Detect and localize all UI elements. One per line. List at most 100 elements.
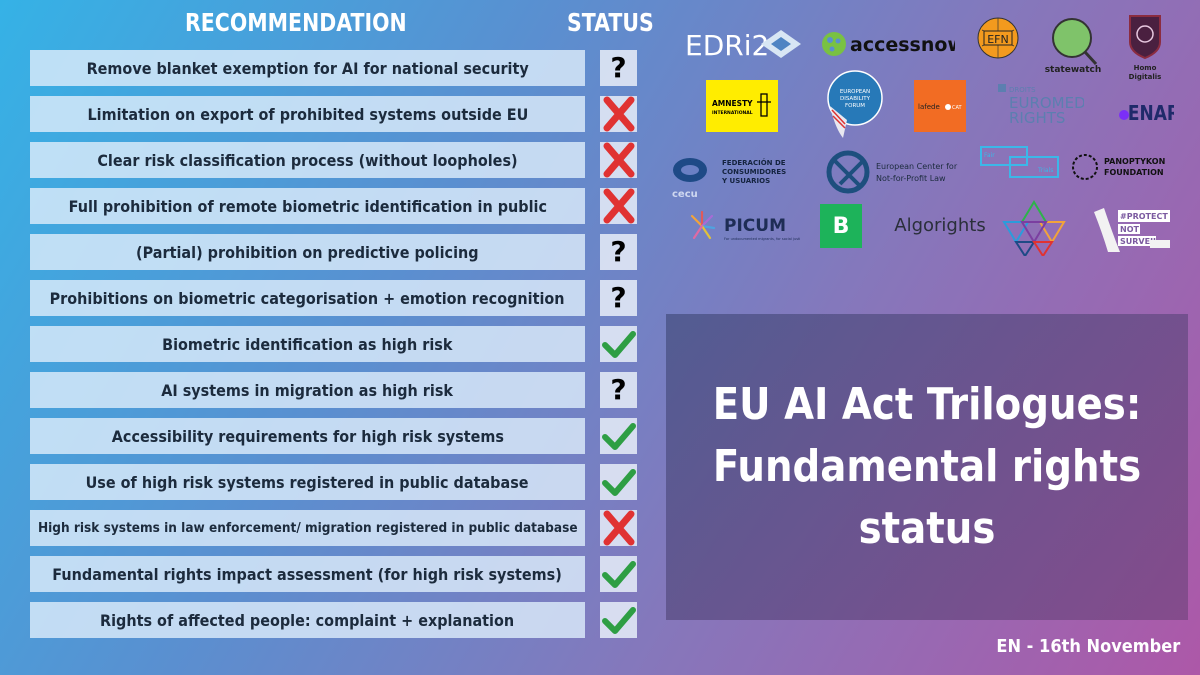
svg-text:CONSUMIDORES: CONSUMIDORES: [722, 168, 786, 176]
picum-logo-text: PICUM: [724, 216, 786, 236]
recommendation-label: Fundamental rights impact assessment (fo…: [30, 556, 585, 592]
cecu-logo-icon: cecu FEDERACIÓN DE CONSUMIDORES Y USUARI…: [668, 150, 813, 200]
statewatch-logo-icon: statewatch: [1040, 16, 1110, 78]
svg-text:Digitalis: Digitalis: [1129, 73, 1162, 81]
amnesty-logo-icon: AMNESTY INTERNATIONAL: [706, 80, 778, 132]
question-icon: ?: [610, 373, 627, 406]
enar-logo-icon: ENAR: [1116, 90, 1174, 124]
svg-text:FORUM: FORUM: [845, 103, 865, 109]
question-icon: ?: [610, 51, 627, 84]
status-badge: [600, 602, 637, 638]
check-icon: [601, 559, 636, 589]
recommendation-label: Use of high risk systems registered in p…: [30, 464, 585, 500]
footer-date: EN - 16th November: [996, 636, 1180, 657]
status-badge: ?: [600, 280, 637, 316]
svg-text:PANOPTYKON: PANOPTYKON: [1104, 157, 1165, 166]
svg-text:EUROPEAN: EUROPEAN: [840, 89, 870, 95]
homo-digitalis-logo-icon: Homo Digitalis: [1120, 12, 1170, 84]
edri-logo-icon: EDRi2: [685, 24, 813, 64]
status-badge: ?: [600, 50, 637, 86]
recommendation-text: (Partial) prohibition on predictive poli…: [136, 242, 479, 262]
svg-text:Trials: Trials: [1037, 167, 1053, 174]
check-icon: [601, 329, 636, 359]
check-icon: [601, 605, 636, 635]
status-badge: ?: [600, 372, 637, 408]
status-badge: [600, 326, 637, 362]
picum-logo-icon: PICUM For undocumented migrants, for soc…: [688, 206, 800, 246]
recommendation-text: AI systems in migration as high risk: [161, 380, 454, 400]
recommendation-label: Biometric identification as high risk: [30, 326, 585, 362]
status-badge: [600, 142, 637, 178]
efn-logo-icon: EFN: [976, 16, 1020, 60]
accessnow-logo-text: accessnow: [850, 34, 955, 56]
recommendation-label: Limitation on export of prohibited syste…: [30, 96, 585, 132]
lafede-logo-icon: lafede CAT: [914, 80, 966, 132]
svg-text:RIGHTS: RIGHTS: [1009, 109, 1065, 126]
recommendation-text: Clear risk classification process (witho…: [97, 150, 518, 170]
edf-logo-icon: EUROPEAN DISABILITY FORUM: [825, 68, 885, 140]
svg-text:European Center for: European Center for: [876, 162, 958, 171]
edri-logo-text: EDRi2: [685, 29, 769, 62]
cross-icon: [602, 188, 636, 224]
svg-text:CAT: CAT: [952, 105, 963, 111]
panoptykon-logo-icon: PANOPTYKON FOUNDATION: [1068, 150, 1180, 184]
recommendation-text: Prohibitions on biometric categorisation…: [50, 288, 565, 308]
efn-logo-text: EFN: [987, 33, 1009, 46]
svg-text:NOT: NOT: [1120, 225, 1139, 234]
svg-text:#PROTECT: #PROTECT: [1120, 212, 1168, 221]
cross-icon: [602, 142, 636, 178]
svg-text:Homo: Homo: [1134, 64, 1157, 72]
recommendation-label: Accessibility requirements for high risk…: [30, 418, 585, 454]
fair-trials-logo-icon: Fair Trials: [980, 146, 1060, 180]
status-badge: [600, 464, 637, 500]
status-badge: [600, 96, 637, 132]
status-badge: [600, 556, 637, 592]
triangles-logo-icon: [1002, 200, 1066, 256]
svg-text:FEDERACIÓN DE: FEDERACIÓN DE: [722, 158, 786, 167]
bits-of-freedom-logo-icon: B: [820, 204, 862, 248]
recommendation-label: Prohibitions on biometric categorisation…: [30, 280, 585, 316]
recommendation-label: High risk systems in law enforcement/ mi…: [30, 510, 585, 546]
page-title: EU AI Act Trilogues: Fundamental rights …: [712, 379, 1142, 554]
recommendation-text: Biometric identification as high risk: [162, 334, 453, 354]
euromed-logo-icon: DROITS EUROMED RIGHTS: [998, 84, 1084, 126]
recommendation-text: Full prohibition of remote biometric ide…: [68, 196, 547, 216]
recommendation-text: Accessibility requirements for high risk…: [111, 426, 504, 446]
svg-text:For undocumented migrants, for: For undocumented migrants, for social ju…: [724, 237, 800, 241]
algorights-logo-text: Algorights: [894, 214, 986, 236]
recommendation-label: Clear risk classification process (witho…: [30, 142, 585, 178]
check-icon: [601, 467, 636, 497]
recommendation-label: Remove blanket exemption for AI for nati…: [30, 50, 585, 86]
recommendation-label: Rights of affected people: complaint + e…: [30, 602, 585, 638]
statewatch-logo-text: statewatch: [1045, 65, 1102, 75]
svg-text:Y USUARIOS: Y USUARIOS: [721, 177, 770, 185]
ecnl-logo-icon: European Center for Not-for-Profit Law: [826, 150, 966, 194]
title-panel: EU AI Act Trilogues: Fundamental rights …: [666, 314, 1188, 620]
check-icon: [601, 421, 636, 451]
question-icon: ?: [610, 281, 627, 314]
partner-logos: EDRi2 accessnow EFN statewatch Homo Digi…: [672, 10, 1195, 256]
svg-text:DROITS: DROITS: [1009, 86, 1036, 94]
bits-of-freedom-logo-text: B: [832, 213, 850, 239]
header-recommendation: RECOMMENDATION: [185, 8, 407, 37]
enar-logo-text: ENAR: [1128, 103, 1174, 124]
svg-text:Fair: Fair: [984, 152, 995, 159]
svg-text:Not-for-Profit Law: Not-for-Profit Law: [876, 174, 946, 183]
recommendation-text: Rights of affected people: complaint + e…: [100, 610, 515, 630]
svg-text:DISABILITY: DISABILITY: [840, 96, 871, 102]
svg-text:AMNESTY: AMNESTY: [712, 99, 753, 108]
cross-icon: [602, 510, 636, 546]
recommendation-text: Fundamental rights impact assessment (fo…: [52, 564, 563, 584]
svg-text:lafede: lafede: [918, 103, 940, 111]
recommendation-label: (Partial) prohibition on predictive poli…: [30, 234, 585, 270]
recommendation-label: Full prohibition of remote biometric ide…: [30, 188, 585, 224]
cross-icon: [602, 96, 636, 132]
header-status: STATUS: [567, 8, 654, 37]
status-badge: [600, 418, 637, 454]
svg-text:INTERNATIONAL: INTERNATIONAL: [712, 110, 753, 116]
recommendation-text: Limitation on export of prohibited syste…: [87, 104, 528, 124]
status-badge: [600, 510, 637, 546]
recommendation-label: AI systems in migration as high risk: [30, 372, 585, 408]
question-icon: ?: [610, 235, 627, 268]
svg-text:cecu: cecu: [672, 189, 698, 200]
